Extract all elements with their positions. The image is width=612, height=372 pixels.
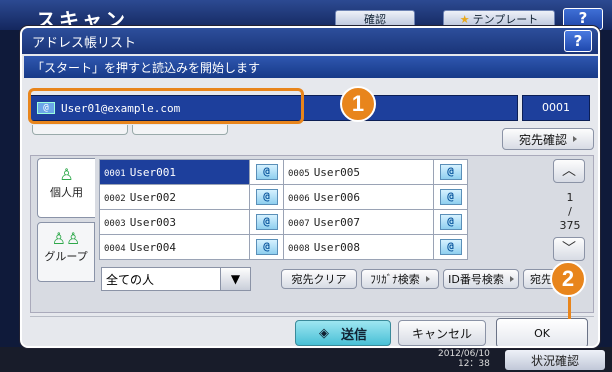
entry-name: User007 — [313, 215, 361, 229]
dropdown-arrow-icon[interactable]: ▼ — [220, 268, 250, 290]
page-up-button[interactable]: ︿ — [553, 159, 585, 183]
entry-name: User004 — [129, 240, 177, 254]
entry-name: User003 — [129, 215, 177, 229]
entry-user003[interactable]: 0003 User003 — [99, 209, 250, 235]
entry-name: User002 — [129, 190, 177, 204]
entry-number: 0006 — [288, 193, 310, 204]
callout-2-line — [568, 297, 571, 319]
id-search-button[interactable]: ID番号検索 — [443, 269, 519, 289]
dialog-help-button[interactable]: ? — [564, 30, 592, 52]
callout-1-highlight — [28, 88, 304, 124]
arrow-right-icon — [573, 136, 577, 142]
tab-personal-label: 個人用 — [50, 186, 83, 199]
collapsed-tabs — [32, 125, 232, 137]
page-scroller: ︿ 1 / 375 ﹀ — [551, 159, 589, 269]
table-row: 0003 User003 @ 0007 User007 @ — [99, 209, 468, 235]
clear-destination-button[interactable]: 宛先クリア — [281, 269, 357, 289]
entry-user006[interactable]: 0006 User006 — [283, 184, 434, 210]
table-row: 0004 User004 @ 0008 User008 @ — [99, 234, 468, 260]
entry-number: 0005 — [288, 168, 310, 179]
at-icon: @ — [439, 164, 462, 180]
at-icon: @ — [439, 189, 462, 205]
at-icon: @ — [255, 189, 278, 205]
page-down-button[interactable]: ﹀ — [553, 237, 585, 261]
entry-user004[interactable]: 0004 User004 — [99, 234, 250, 260]
email-toggle[interactable]: @ — [433, 159, 468, 185]
collapsed-tab-2[interactable] — [132, 125, 228, 135]
page-indicator: 1 / 375 — [551, 191, 589, 233]
email-toggle[interactable]: @ — [433, 209, 468, 235]
email-toggle[interactable]: @ — [249, 184, 284, 210]
at-icon: @ — [439, 239, 462, 255]
cancel-button[interactable]: キャンセル — [398, 320, 486, 346]
callout-1-badge: 1 — [340, 86, 376, 122]
clock-time: 12：38 — [457, 359, 490, 369]
tab-personal[interactable]: ♙ 個人用 — [37, 158, 95, 218]
page-separator: / — [568, 205, 572, 218]
destination-confirm-label: 宛先確認 — [518, 132, 567, 147]
chevron-down-icon: ﹀ — [562, 241, 576, 257]
table-row: 0001 User001 @ 0005 User005 @ — [99, 159, 468, 185]
entry-user007[interactable]: 0007 User007 — [283, 209, 434, 235]
instruction-message: 「スタート」を押すと読込みを開始します — [24, 56, 598, 78]
entry-user002[interactable]: 0002 User002 — [99, 184, 250, 210]
address-list-area: ♙ 個人用 ♙♙ グループ 0001 User001 @ 0005 User005 … — [30, 155, 594, 313]
address-book-dialog: アドレス帳リスト ? 「スタート」を押すと読込みを開始します @ User01@… — [20, 26, 600, 348]
filter-select[interactable]: 全ての人 ▼ — [101, 267, 251, 291]
callout-2-badge: 2 — [550, 261, 586, 297]
entry-user005[interactable]: 0005 User005 — [283, 159, 434, 185]
furigana-search-button[interactable]: ﾌﾘｶﾞﾅ検索 — [361, 269, 439, 289]
entry-number: 0004 — [104, 243, 126, 254]
status-confirm-button[interactable]: 状況確認 — [505, 350, 605, 370]
entry-number: 0003 — [104, 218, 126, 229]
address-count: 0001 — [522, 95, 590, 121]
page-current: 1 — [566, 191, 574, 204]
entry-user001[interactable]: 0001 User001 — [99, 159, 250, 185]
entry-name: User005 — [313, 165, 361, 179]
send-button[interactable]: ◈ 送信 — [295, 320, 391, 346]
at-icon: @ — [255, 239, 278, 255]
arrow-right-icon — [509, 276, 514, 282]
tab-group-label: グループ — [44, 250, 88, 263]
email-toggle[interactable]: @ — [249, 234, 284, 260]
entry-user008[interactable]: 0008 User008 — [283, 234, 434, 260]
furigana-search-label: ﾌﾘｶﾞﾅ検索 — [370, 273, 420, 286]
email-toggle[interactable]: @ — [249, 159, 284, 185]
at-icon: @ — [255, 164, 278, 180]
collapsed-tab-1[interactable] — [32, 125, 128, 135]
filter-value: 全ての人 — [106, 272, 155, 287]
ok-button[interactable]: OK — [496, 318, 588, 346]
send-button-label: 送信 — [340, 327, 367, 343]
clock: 2012/06/10 12：38 — [438, 349, 490, 369]
email-toggle[interactable]: @ — [249, 209, 284, 235]
group-icon: ♙♙ — [51, 229, 81, 248]
entry-number: 0001 — [104, 168, 126, 179]
destination-confirm-button[interactable]: 宛先確認 — [502, 128, 594, 150]
clock-date: 2012/06/10 — [438, 349, 490, 359]
entry-name: User006 — [313, 190, 361, 204]
entry-name: User001 — [129, 165, 177, 179]
address-table: 0001 User001 @ 0005 User005 @ 0002 User002 … — [99, 159, 468, 260]
id-search-label: ID番号検索 — [448, 273, 504, 286]
footer-divider — [30, 316, 594, 317]
entry-number: 0008 — [288, 243, 310, 254]
template-button-label: テンプレート — [472, 13, 539, 26]
dialog-title: アドレス帳リスト — [22, 28, 598, 54]
tab-group[interactable]: ♙♙ グループ — [37, 222, 95, 282]
email-toggle[interactable]: @ — [433, 184, 468, 210]
page-total: 375 — [559, 219, 581, 232]
entry-number: 0002 — [104, 193, 126, 204]
person-icon: ♙ — [59, 165, 74, 184]
send-icon: ◈ — [318, 325, 329, 341]
entry-name: User008 — [313, 240, 361, 254]
email-toggle[interactable]: @ — [433, 234, 468, 260]
at-icon: @ — [439, 214, 462, 230]
at-icon: @ — [255, 214, 278, 230]
chevron-up-icon: ︿ — [562, 163, 576, 179]
star-icon: ★ — [459, 12, 470, 26]
table-row: 0002 User002 @ 0006 User006 @ — [99, 184, 468, 210]
entry-number: 0007 — [288, 218, 310, 229]
arrow-right-icon — [425, 276, 430, 282]
